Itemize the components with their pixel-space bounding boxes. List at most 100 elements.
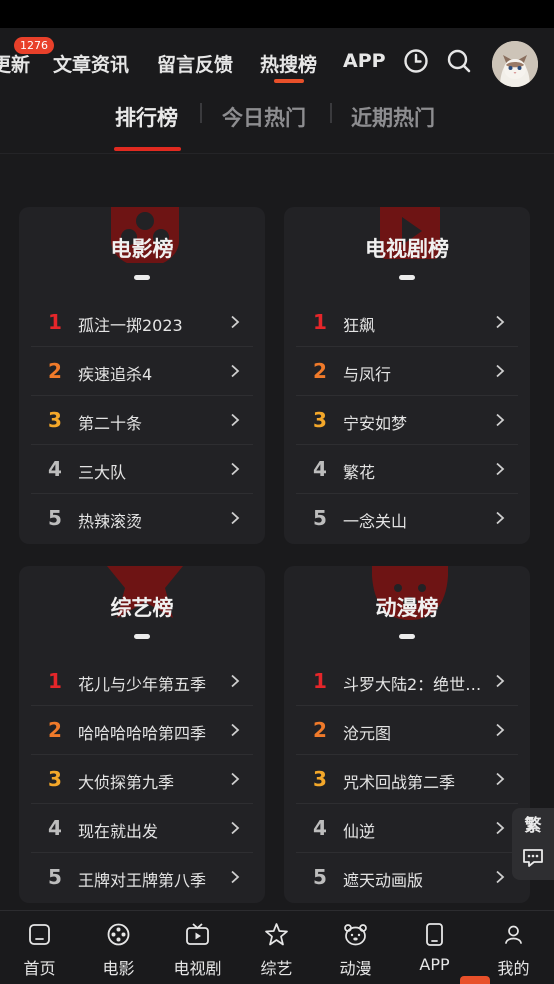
home-icon [29, 924, 50, 945]
rank-number: 5 [313, 506, 327, 530]
star-icon [265, 923, 288, 946]
bottom-nav-profile[interactable]: 我的 [474, 911, 553, 984]
chevron-right-icon [231, 413, 240, 427]
bottom-nav-variety[interactable]: 综艺 [237, 911, 316, 984]
chat-icon[interactable] [522, 848, 544, 868]
bottom-nav-label: APP [419, 955, 450, 974]
rank-list: 1 斗罗大陆2：绝世唐门 2 沧元图 3 咒术回战第二季 4 仙逆 5 遮天动画版 [296, 657, 518, 902]
card-title: 综艺榜 [110, 596, 174, 620]
rank-title: 疾速追杀4 [78, 365, 153, 384]
rank-item[interactable]: 2 哈哈哈哈哈第四季 [31, 706, 253, 755]
title-dash [134, 634, 150, 639]
chevron-right-icon [496, 674, 505, 688]
title-dash [399, 275, 415, 280]
rank-number: 3 [48, 767, 62, 791]
rank-title: 狂飙 [343, 316, 376, 335]
home-indicator [460, 976, 490, 984]
rank-title: 现在就出发 [78, 822, 159, 841]
rank-item[interactable]: 1 狂飙 [296, 298, 518, 347]
rank-number: 3 [313, 408, 327, 432]
rank-number: 1 [313, 669, 327, 693]
rank-number: 1 [313, 310, 327, 334]
chevron-right-icon [231, 772, 240, 786]
bottom-nav-movie[interactable]: 电影 [79, 911, 158, 984]
bottom-nav-app[interactable]: APP [395, 911, 474, 984]
bear-icon [344, 924, 367, 946]
card-title: 电影榜 [110, 237, 174, 261]
chevron-right-icon [496, 462, 505, 476]
rank-item[interactable]: 4 三大队 [31, 445, 253, 494]
chevron-right-icon [231, 364, 240, 378]
rank-item[interactable]: 5 王牌对王牌第八季 [31, 853, 253, 902]
rank-number: 4 [313, 816, 327, 840]
nav-item-hot-search[interactable]: 热搜榜 [260, 50, 317, 77]
rank-number: 1 [48, 310, 62, 334]
nav-item-feedback[interactable]: 留言反馈 [157, 50, 233, 77]
tab-recent-hot[interactable]: 近期热门 [351, 102, 435, 132]
rank-item[interactable]: 3 大侦探第九季 [31, 755, 253, 804]
clock-icon[interactable] [401, 46, 431, 76]
nav-item-updates[interactable]: 更新 [0, 50, 30, 77]
nav-item-articles[interactable]: 文章资讯 [53, 50, 129, 77]
bottom-nav-label: 动漫 [339, 959, 372, 978]
rank-item[interactable]: 3 咒术回战第二季 [296, 755, 518, 804]
avatar[interactable] [492, 41, 538, 87]
chevron-right-icon [231, 315, 240, 329]
rank-title: 繁花 [343, 463, 376, 482]
bottom-nav-label: 综艺 [260, 959, 293, 978]
tab-ranking[interactable]: 排行榜 [115, 102, 178, 132]
chevron-right-icon [496, 723, 505, 737]
bottom-nav-tv[interactable]: 电视剧 [158, 911, 237, 984]
bottom-navigation: 首页 电影 电视剧 综艺 动漫 APP 我的 [0, 910, 554, 984]
bottom-nav-anime[interactable]: 动漫 [316, 911, 395, 984]
top-navigation: 更新 1276 文章资讯 留言反馈 热搜榜 APP [0, 28, 554, 98]
rank-item[interactable]: 1 孤注一掷2023 [31, 298, 253, 347]
tab-divider [200, 103, 202, 123]
ranking-subtabs: 排行榜 今日热门 近期热门 [0, 98, 554, 154]
rank-item[interactable]: 1 斗罗大陆2：绝世唐门 [296, 657, 518, 706]
rank-item[interactable]: 4 仙逆 [296, 804, 518, 853]
rank-title: 哈哈哈哈哈第四季 [78, 724, 207, 743]
rank-item[interactable]: 2 与凤行 [296, 347, 518, 396]
rank-title: 宁安如梦 [343, 414, 408, 433]
rank-item[interactable]: 5 一念关山 [296, 494, 518, 543]
rank-title: 一念关山 [343, 512, 408, 531]
rank-number: 4 [313, 457, 327, 481]
rank-number: 2 [48, 718, 62, 742]
search-icon[interactable] [444, 46, 474, 76]
chevron-right-icon [231, 462, 240, 476]
rank-item[interactable]: 5 遮天动画版 [296, 853, 518, 902]
rank-title: 遮天动画版 [343, 871, 424, 890]
rank-item[interactable]: 2 疾速追杀4 [31, 347, 253, 396]
rank-item[interactable]: 2 沧元图 [296, 706, 518, 755]
nav-item-app[interactable]: APP [343, 50, 386, 72]
rank-title: 王牌对王牌第八季 [78, 871, 207, 890]
film-reel-icon [107, 923, 130, 946]
rank-item[interactable]: 4 现在就出发 [31, 804, 253, 853]
tv-ranking-card: 电视剧榜 1 狂飙 2 与凤行 3 宁安如梦 4 繁花 5 一念关山 [284, 207, 530, 544]
card-title: 电视剧榜 [365, 237, 449, 261]
traditional-chinese-toggle[interactable]: 繁 [512, 811, 554, 836]
rank-number: 2 [313, 359, 327, 383]
bottom-nav-home[interactable]: 首页 [0, 911, 79, 984]
rank-number: 2 [48, 359, 62, 383]
card-title: 动漫榜 [375, 596, 439, 620]
anime-ranking-card: 动漫榜 1 斗罗大陆2：绝世唐门 2 沧元图 3 咒术回战第二季 4 仙逆 5 遮天动画版 [284, 566, 530, 903]
rank-item[interactable]: 1 花儿与少年第五季 [31, 657, 253, 706]
status-bar [0, 0, 554, 28]
tab-today-hot[interactable]: 今日热门 [222, 102, 306, 132]
rank-item[interactable]: 3 宁安如梦 [296, 396, 518, 445]
rank-list: 1 花儿与少年第五季 2 哈哈哈哈哈第四季 3 大侦探第九季 4 现在就出发 5 王牌对王… [31, 657, 253, 902]
variety-ranking-card: 综艺榜 1 花儿与少年第五季 2 哈哈哈哈哈第四季 3 大侦探第九季 4 现在就出发 5… [19, 566, 265, 903]
chevron-right-icon [496, 772, 505, 786]
chevron-right-icon [496, 870, 505, 884]
rank-number: 3 [313, 767, 327, 791]
rank-item[interactable]: 4 繁花 [296, 445, 518, 494]
rank-list: 1 孤注一掷2023 2 疾速追杀4 3 第二十条 4 三大队 5 热辣滚烫 [31, 298, 253, 543]
chevron-right-icon [496, 821, 505, 835]
bottom-nav-label: 电影 [102, 959, 135, 978]
rank-item[interactable]: 5 热辣滚烫 [31, 494, 253, 543]
rank-title: 与凤行 [343, 365, 392, 384]
rank-title: 第二十条 [78, 414, 143, 433]
rank-item[interactable]: 3 第二十条 [31, 396, 253, 445]
